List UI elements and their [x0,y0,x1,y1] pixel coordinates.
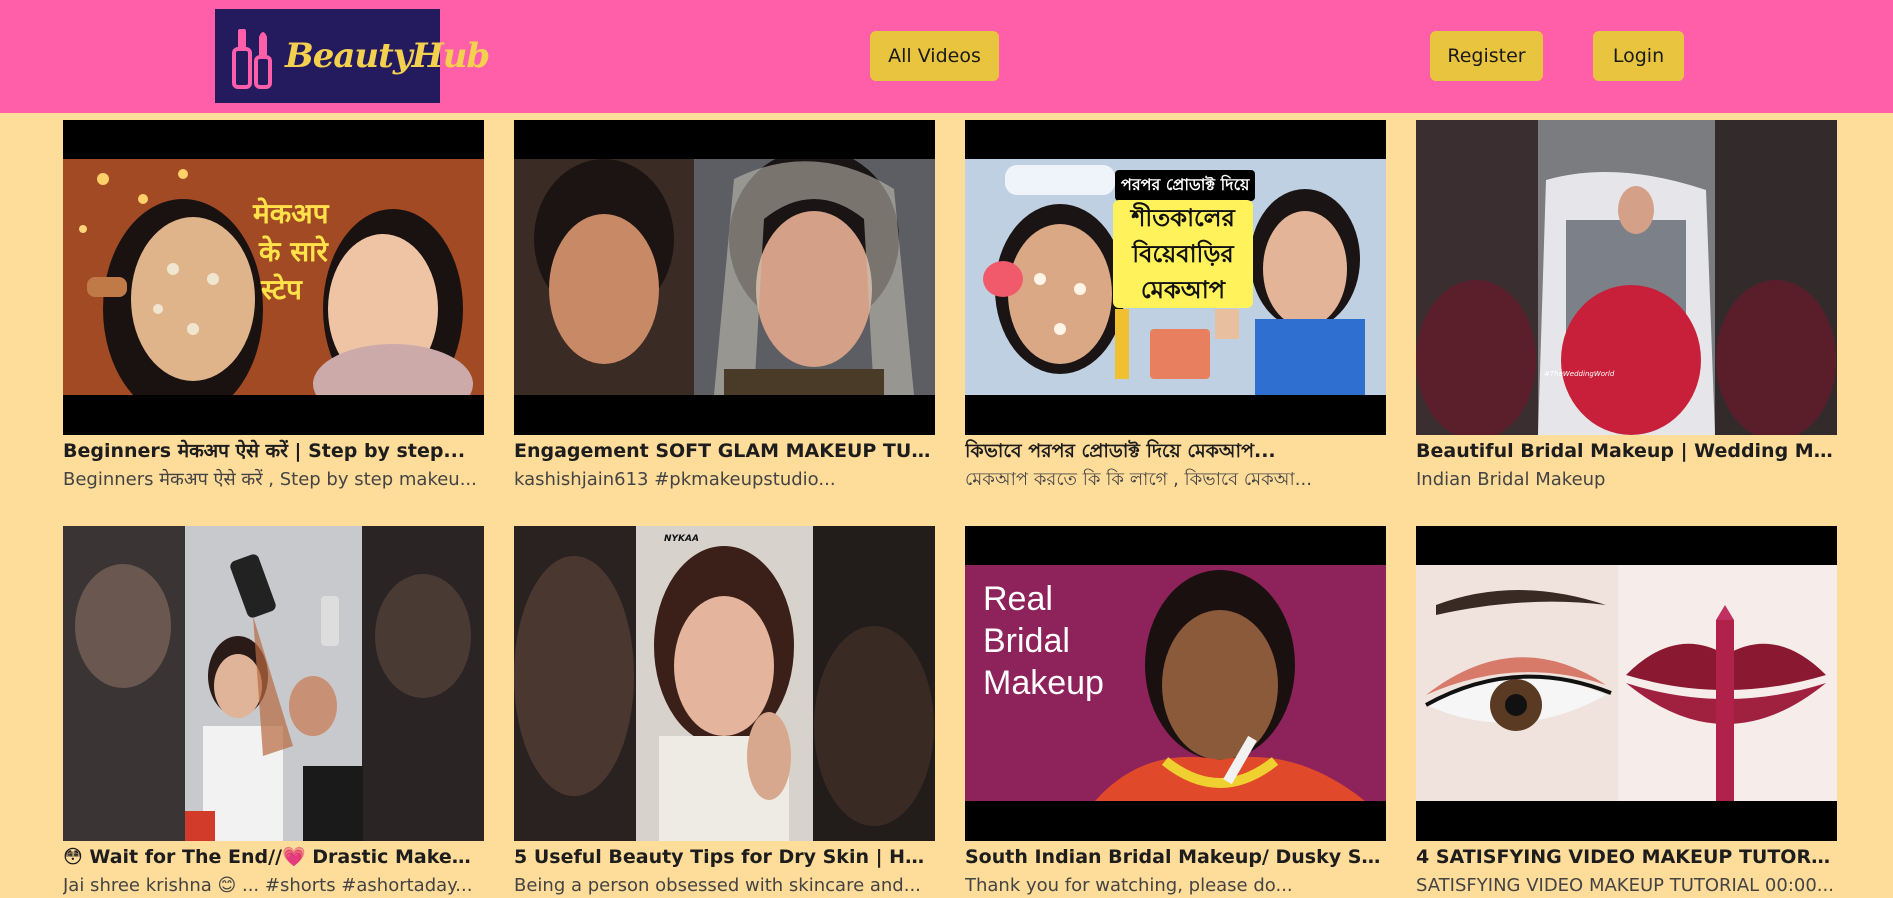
video-thumbnail[interactable] [1416,526,1837,841]
video-thumbnail[interactable] [63,526,484,841]
video-thumbnail[interactable]: পরপর প্রোডাক্ট দিয়ে শীতকালের বিয়েবাড়ি… [965,120,1386,435]
video-description: মেকআপ করতে কি কি লাগে , কিভাবে মেকআ... [965,469,1312,490]
video-thumbnail[interactable]: NYKAA [514,526,935,841]
watermark-text: #TheWeddingWorld [1544,370,1615,378]
overlay-text: स्टेप [261,273,302,306]
video-title[interactable]: Beginners मेकअप ऐसे करें | Step by step.… [63,438,484,464]
overlay-text: Makeup [983,664,1104,702]
overlay-text: मेकअप [253,197,329,230]
overlay-text: के सारे [259,235,328,268]
video-thumbnail[interactable] [514,120,935,435]
overlay-text: Real [983,580,1053,618]
video-description: SATISFYING VIDEO MAKEUP TUTORIAL 00:00..… [1416,875,1834,896]
overlay-text: শীতকালের [1131,204,1235,232]
login-button[interactable]: Login [1593,31,1684,81]
video-title[interactable]: Engagement SOFT GLAM MAKEUP TUTORIA... [514,438,935,464]
video-thumbnail[interactable]: Real Bridal Makeup [965,526,1386,841]
video-description: Thank you for watching, please do... [965,875,1293,896]
brand-name: BeautyHub [285,36,490,76]
overlay-text: বিয়েবাড়ির [1132,240,1234,268]
video-title[interactable]: 😳 Wait for The End//💗 Drastic Makeup wit… [63,844,484,870]
overlay-text: পরপর প্রোডাক্ট দিয়ে [1115,170,1256,201]
video-thumbnail[interactable]: मेकअप के सारे स्टेप [63,120,484,435]
top-navbar: BeautyHub All Videos Register Login [0,0,1893,113]
makeup-icon [232,29,272,89]
video-thumbnail[interactable]: #TheWeddingWorld [1416,120,1837,435]
video-title[interactable]: কিভাবে পরপর প্রোডাক্ট দিয়ে মেকআপ... [965,438,1386,464]
video-description: kashishjain613 #pkmakeupstudio... [514,469,836,490]
overlay-text: Bridal [983,622,1070,660]
all-videos-button[interactable]: All Videos [870,31,999,81]
video-description: Being a person obsessed with skincare an… [514,875,921,896]
video-description: Indian Bridal Makeup [1416,469,1606,490]
video-description: Beginners मेकअप ऐसे करें , Step by step … [63,469,477,490]
register-button[interactable]: Register [1430,31,1543,81]
brand-logo[interactable]: BeautyHub [215,9,490,103]
video-title[interactable]: 5 Useful Beauty Tips for Dry Skin | How … [514,844,935,870]
video-title[interactable]: South Indian Bridal Makeup/ Dusky Skin..… [965,844,1386,870]
video-title[interactable]: Beautiful Bridal Makeup | Wedding Makeup… [1416,438,1837,464]
video-description: Jai shree krishna 😊 ... #shorts #ashorta… [63,875,473,896]
brand-watermark: NYKAA [664,534,699,544]
overlay-text: মেকআপ [1140,276,1226,304]
video-title[interactable]: 4 SATISFYING VIDEO MAKEUP TUTORIAL |... [1416,844,1837,870]
